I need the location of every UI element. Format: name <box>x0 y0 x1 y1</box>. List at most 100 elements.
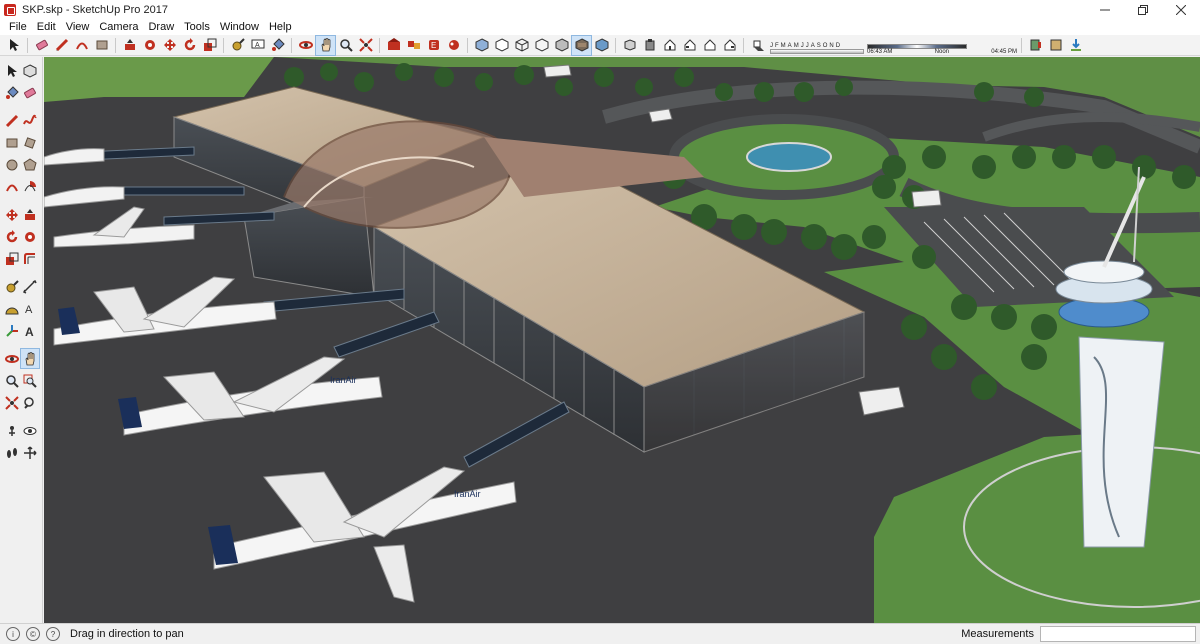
section-plane-button[interactable] <box>21 443 39 462</box>
3d-text-button[interactable]: A <box>21 321 39 340</box>
warehouse-button[interactable] <box>384 36 403 55</box>
minimize-button[interactable] <box>1086 0 1124 19</box>
tape-measure-button[interactable] <box>228 36 247 55</box>
walk-tool-button[interactable] <box>3 443 21 462</box>
orbit-tool-button[interactable] <box>296 36 315 55</box>
wireframe-button[interactable] <box>512 36 531 55</box>
extension-warehouse-button[interactable]: E <box>424 36 443 55</box>
geolocation-icon[interactable]: i <box>6 627 20 641</box>
import-button[interactable] <box>1066 36 1085 55</box>
tape-measure-button[interactable] <box>3 277 21 296</box>
rotated-rectangle-button[interactable] <box>21 133 39 152</box>
zoom-window-button[interactable] <box>21 371 39 390</box>
top-view-button[interactable] <box>640 36 659 55</box>
freehand-tool-button[interactable] <box>21 111 39 130</box>
top-view-icon <box>645 39 654 51</box>
share-model-button[interactable] <box>404 36 423 55</box>
menu-help[interactable]: Help <box>264 19 297 35</box>
pan-tool-button[interactable] <box>315 34 336 56</box>
3d-text-icon: A <box>25 325 34 338</box>
paint-bucket-icon <box>271 38 285 51</box>
section-plane-button[interactable] <box>1026 36 1045 55</box>
dimension-tool-button[interactable] <box>21 277 39 296</box>
eraser-tool-button[interactable] <box>32 36 51 55</box>
toolbar-separator <box>115 37 116 53</box>
user-account-icon[interactable]: ? <box>46 627 60 641</box>
model-viewport[interactable]: IranAir IranAir <box>44 57 1200 623</box>
line-tool-button[interactable] <box>3 111 21 130</box>
paint-bucket-button[interactable] <box>3 83 21 102</box>
arc-tool-button[interactable] <box>72 36 91 55</box>
credits-icon[interactable]: © <box>26 627 40 641</box>
restore-icon <box>1138 4 1148 15</box>
rotate-tool-button[interactable] <box>180 36 199 55</box>
rectangle-tool-button[interactable] <box>3 133 21 152</box>
follow-me-tool-button[interactable] <box>140 36 159 55</box>
zoom-tool-button[interactable] <box>3 371 21 390</box>
menu-draw[interactable]: Draw <box>143 19 179 35</box>
axes-tool-button[interactable] <box>3 321 21 340</box>
follow-me-icon <box>25 231 35 242</box>
rotate-tool-button[interactable] <box>3 227 21 246</box>
zoom-magnifier-icon <box>339 39 353 52</box>
move-tool-button[interactable] <box>3 205 21 224</box>
follow-me-tool-button[interactable] <box>21 227 39 246</box>
iso-view-button[interactable] <box>620 36 639 55</box>
orbit-tool-button[interactable] <box>3 349 21 368</box>
back-view-button[interactable] <box>700 36 719 55</box>
zoom-tool-button[interactable] <box>336 36 355 55</box>
layout-button[interactable] <box>444 36 463 55</box>
menu-camera[interactable]: Camera <box>94 19 143 35</box>
menu-edit[interactable]: Edit <box>32 19 61 35</box>
menu-view[interactable]: View <box>61 19 95 35</box>
monochrome-cube-icon <box>595 38 608 52</box>
line-tool-button[interactable] <box>52 36 71 55</box>
left-view-button[interactable] <box>720 36 739 55</box>
menu-file[interactable]: File <box>4 19 32 35</box>
scale-tool-button[interactable] <box>3 249 21 268</box>
eraser-tool-button[interactable] <box>21 83 39 102</box>
arc-tool-button[interactable] <box>3 177 21 196</box>
hidden-line-button[interactable] <box>532 36 551 55</box>
front-view-button[interactable] <box>660 36 679 55</box>
zoom-window-icon <box>23 374 37 388</box>
close-button[interactable] <box>1162 0 1200 19</box>
scale-tool-button[interactable] <box>200 36 219 55</box>
measurements-input[interactable] <box>1040 626 1196 642</box>
zoom-extents-button[interactable] <box>3 393 21 412</box>
wireframe-cube-icon <box>515 38 528 52</box>
shaded-textures-cube-icon <box>575 38 588 52</box>
offset-tool-button[interactable] <box>21 249 39 268</box>
xray-button[interactable] <box>472 36 491 55</box>
text-tool-button[interactable]: A <box>248 36 267 55</box>
shaded-textures-button[interactable] <box>571 34 592 56</box>
right-view-button[interactable] <box>680 36 699 55</box>
protractor-button[interactable] <box>3 299 21 318</box>
make-component-button[interactable] <box>21 61 39 80</box>
position-camera-button[interactable] <box>3 421 21 440</box>
polygon-tool-button[interactable] <box>21 155 39 174</box>
circle-tool-button[interactable] <box>3 155 21 174</box>
select-tool-button[interactable] <box>4 36 23 55</box>
shaded-button[interactable] <box>552 36 571 55</box>
menu-tools[interactable]: Tools <box>179 19 215 35</box>
move-tool-button[interactable] <box>160 36 179 55</box>
back-edges-button[interactable] <box>492 36 511 55</box>
shadow-date-slider[interactable] <box>770 48 864 54</box>
monochrome-button[interactable] <box>592 36 611 55</box>
restore-button[interactable] <box>1124 0 1162 19</box>
shape-tool-button[interactable] <box>92 36 111 55</box>
text-tool-button[interactable]: A <box>21 299 39 318</box>
paint-bucket-button[interactable] <box>268 36 287 55</box>
previous-view-button[interactable] <box>21 393 39 412</box>
push-pull-tool-button[interactable] <box>120 36 139 55</box>
display-section-button[interactable] <box>1046 36 1065 55</box>
look-around-button[interactable] <box>21 421 39 440</box>
push-pull-tool-button[interactable] <box>21 205 39 224</box>
shadows-toggle-button[interactable] <box>748 36 767 55</box>
pie-tool-button[interactable] <box>21 177 39 196</box>
select-tool-button[interactable] <box>3 61 21 80</box>
menu-window[interactable]: Window <box>215 19 264 35</box>
zoom-extents-button[interactable] <box>356 36 375 55</box>
pan-tool-button[interactable] <box>20 348 40 369</box>
